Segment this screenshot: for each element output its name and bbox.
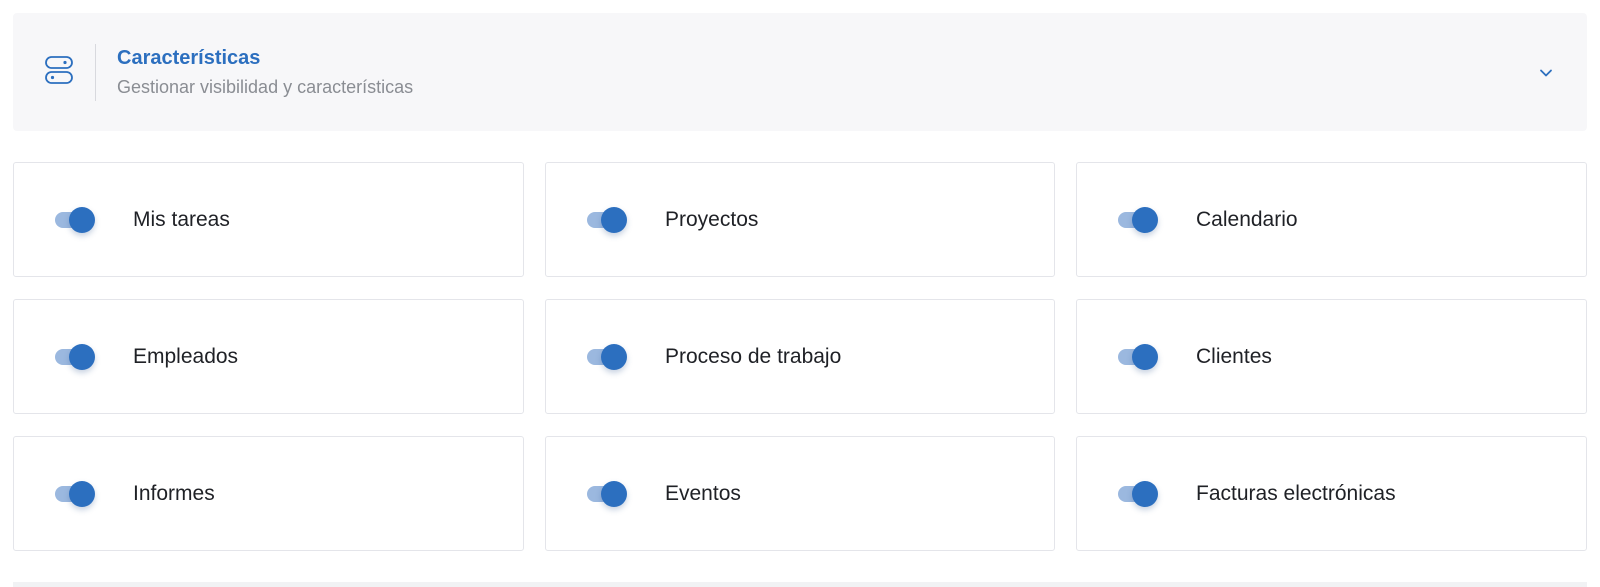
feature-toggle-proceso-de-trabajo[interactable] [587, 344, 627, 370]
feature-card-empleados: Empleados [13, 299, 524, 414]
next-section-edge [13, 582, 1587, 587]
features-section-header[interactable]: Características Gestionar visibilidad y … [13, 13, 1587, 131]
feature-card-facturas-electronicas: Facturas electrónicas [1076, 436, 1587, 551]
toggles-icon [45, 56, 73, 84]
feature-toggle-eventos[interactable] [587, 481, 627, 507]
feature-card-informes: Informes [13, 436, 524, 551]
feature-label: Facturas electrónicas [1196, 482, 1396, 505]
feature-toggle-clientes[interactable] [1118, 344, 1158, 370]
section-subtitle: Gestionar visibilidad y características [117, 77, 414, 97]
toggle-thumb [69, 207, 95, 233]
feature-card-clientes: Clientes [1076, 299, 1587, 414]
feature-toggle-proyectos[interactable] [587, 207, 627, 233]
feature-label: Proyectos [665, 208, 759, 231]
toggle-thumb [601, 207, 627, 233]
feature-card-eventos: Eventos [545, 436, 1055, 551]
feature-toggle-empleados[interactable] [55, 344, 95, 370]
toggle-thumb [1132, 344, 1158, 370]
toggle-thumb [1132, 481, 1158, 507]
feature-card-mis-tareas: Mis tareas [13, 162, 524, 277]
feature-card-proyectos: Proyectos [545, 162, 1055, 277]
chevron-down-icon[interactable] [1535, 62, 1557, 84]
toggle-thumb [601, 344, 627, 370]
feature-card-calendario: Calendario [1076, 162, 1587, 277]
toggle-thumb [1132, 207, 1158, 233]
feature-label: Proceso de trabajo [665, 345, 842, 368]
header-divider [95, 44, 96, 101]
feature-label: Mis tareas [133, 208, 230, 231]
feature-toggle-facturas-electronicas[interactable] [1118, 481, 1158, 507]
feature-toggle-calendario[interactable] [1118, 207, 1158, 233]
feature-label: Eventos [665, 482, 741, 505]
feature-toggle-mis-tareas[interactable] [55, 207, 95, 233]
header-text: Características Gestionar visibilidad y … [117, 45, 413, 100]
toggle-thumb [69, 481, 95, 507]
toggle-thumb [601, 481, 627, 507]
feature-toggle-informes[interactable] [55, 481, 95, 507]
toggle-thumb [69, 344, 95, 370]
feature-label: Calendario [1196, 208, 1298, 231]
feature-label: Empleados [133, 345, 239, 368]
section-title: Características [117, 47, 261, 69]
feature-label: Clientes [1196, 345, 1272, 368]
features-grid: Mis tareas Proyectos Calendario Empleado… [13, 162, 1587, 551]
feature-card-proceso-de-trabajo: Proceso de trabajo [545, 299, 1055, 414]
feature-label: Informes [133, 482, 215, 505]
